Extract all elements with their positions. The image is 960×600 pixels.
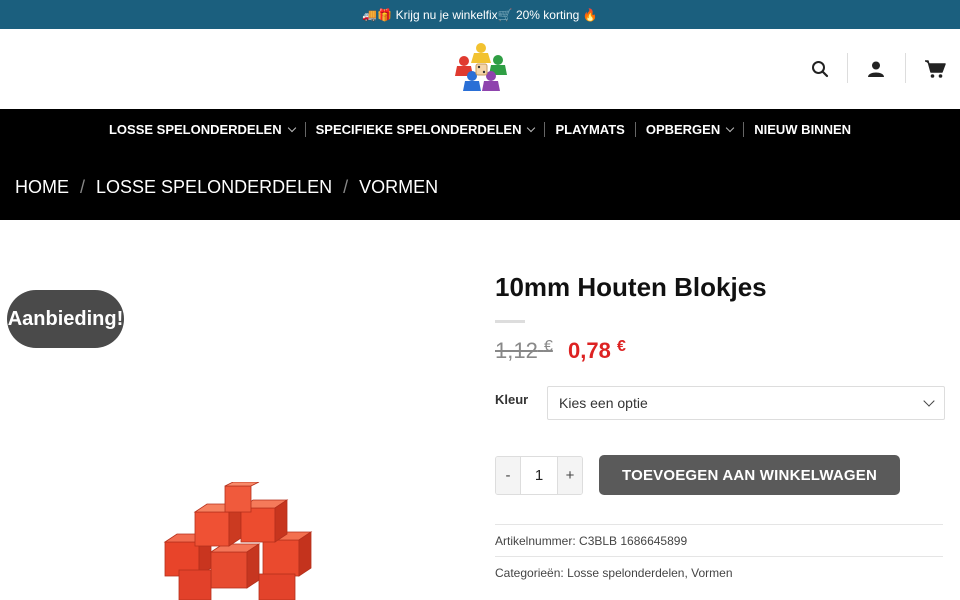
chevron-down-icon: [923, 395, 935, 407]
quantity-input[interactable]: 1: [520, 457, 558, 494]
breadcrumb-vormen: VORMEN: [359, 177, 439, 197]
price-sale: 0,78 €: [568, 338, 626, 364]
product-sku: Artikelnummer: C3BLB 1686645899: [495, 524, 943, 556]
product-title: 10mm Houten Blokjes: [495, 272, 767, 302]
promo-text: 🚚🎁 Krijg nu je winkelfix🛒 20% korting 🔥: [362, 7, 598, 22]
menu-item-nieuw-binnen[interactable]: NIEUW BINNEN: [744, 122, 861, 137]
categories-label: Categorieën:: [495, 565, 564, 580]
site-header: [0, 29, 960, 109]
quantity-decrease-button[interactable]: -: [496, 457, 520, 494]
product-categories: Categorieën: Losse spelonderdelen, Vorme…: [495, 556, 943, 588]
header-divider: [905, 53, 906, 83]
product-image[interactable]: [155, 481, 325, 600]
menu-item-specifieke-spelonderdelen[interactable]: SPECIFIEKE SPELONDERDELEN: [306, 122, 545, 137]
menu-item-label: SPECIFIEKE SPELONDERDELEN: [315, 122, 522, 137]
color-select[interactable]: Kies een optie: [547, 386, 945, 420]
category-link-vormen[interactable]: Vormen: [691, 566, 732, 580]
chevron-down-icon: [527, 123, 536, 132]
breadcrumb: HOME / LOSSE SPELONDERDELEN / VORMEN: [15, 177, 438, 198]
header-divider: [847, 53, 848, 83]
option-label: Kleur: [495, 392, 529, 407]
sku-label: Artikelnummer:: [495, 533, 576, 548]
category-link-losse-spelonderdelen[interactable]: Losse spelonderdelen: [567, 566, 684, 580]
menu-item-label: PLAYMATS: [555, 122, 625, 137]
price-original-currency: €: [543, 338, 553, 355]
menu-item-playmats[interactable]: PLAYMATS: [545, 122, 634, 137]
breadcrumb-losse-spelonderdelen[interactable]: LOSSE SPELONDERDELEN: [96, 177, 332, 198]
menu-item-losse-spelonderdelen[interactable]: LOSSE SPELONDERDELEN: [99, 122, 305, 137]
product-gallery: Aanbieding!: [0, 220, 480, 600]
cart-icon[interactable]: [921, 55, 949, 83]
price-original: 1,12 €: [495, 338, 553, 364]
price-sale-currency: €: [616, 338, 626, 355]
add-to-cart-button[interactable]: TOEVOEGEN AAN WINKELWAGEN: [599, 455, 900, 495]
breadcrumb-home[interactable]: HOME: [15, 177, 69, 198]
title-divider: [495, 320, 525, 323]
site-logo[interactable]: [452, 39, 510, 95]
promo-bar: 🚚🎁 Krijg nu je winkelfix🛒 20% korting 🔥: [0, 0, 960, 29]
breadcrumb-separator: /: [343, 177, 349, 197]
quantity-increase-button[interactable]: +: [558, 457, 582, 494]
breadcrumb-separator: /: [80, 177, 86, 197]
price-original-value: 1,12: [495, 338, 538, 363]
menu-item-opbergen[interactable]: OPBERGEN: [636, 122, 743, 137]
menu-item-label: OPBERGEN: [645, 122, 721, 137]
sale-badge: Aanbieding!: [7, 290, 124, 348]
color-select-value: Kies een optie: [559, 395, 648, 411]
price-sale-value: 0,78: [568, 338, 611, 363]
search-icon[interactable]: [806, 55, 834, 83]
quantity-stepper: - 1 +: [495, 456, 583, 495]
user-icon[interactable]: [862, 55, 890, 83]
chevron-down-icon: [287, 123, 296, 132]
chevron-down-icon: [725, 123, 735, 132]
main-menu: LOSSE SPELONDERDELEN SPECIFIEKE SPELONDE…: [0, 122, 960, 137]
main-navigation: LOSSE SPELONDERDELEN SPECIFIEKE SPELONDE…: [0, 109, 960, 220]
menu-item-label: NIEUW BINNEN: [754, 122, 852, 137]
sku-value: C3BLB 1686645899: [579, 533, 688, 548]
menu-item-label: LOSSE SPELONDERDELEN: [108, 122, 282, 137]
